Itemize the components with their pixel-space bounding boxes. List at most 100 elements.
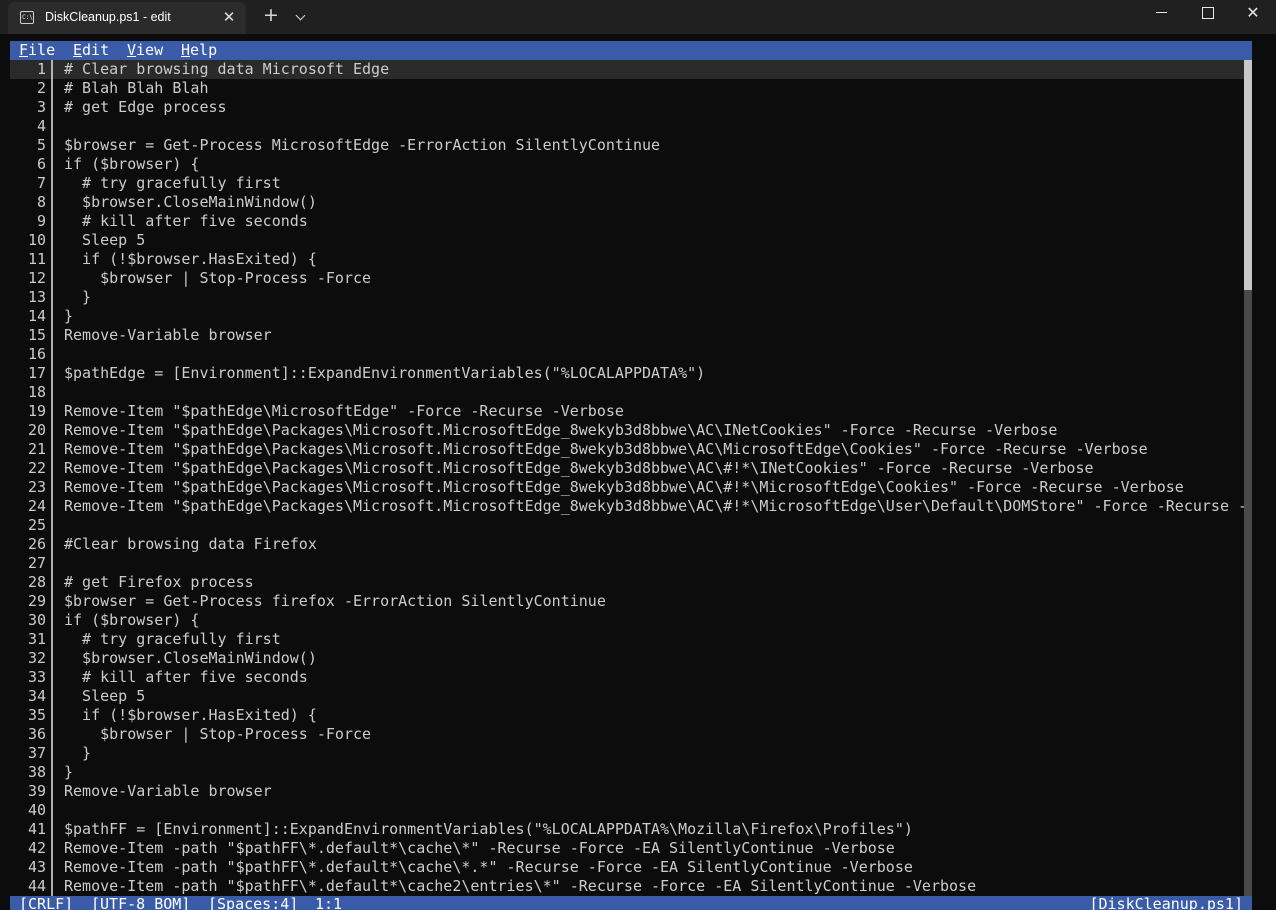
new-tab-button[interactable]: + (258, 4, 284, 28)
code-line[interactable]: 7 # try gracefully first (10, 174, 1244, 193)
code-line[interactable]: 39 Remove-Variable browser (10, 782, 1244, 801)
code-text: } (64, 307, 74, 325)
gutter-separator (51, 250, 53, 269)
code-text: } (64, 763, 74, 781)
code-line[interactable]: 24 Remove-Item "$pathEdge\Packages\Micros… (10, 497, 1244, 516)
menu-file[interactable]: File (19, 41, 55, 60)
code-line[interactable]: 15 Remove-Variable browser (10, 326, 1244, 345)
code-text: if (!$browser.HasExited) { (64, 250, 317, 268)
code-line[interactable]: 23 Remove-Item "$pathEdge\Packages\Micros… (10, 478, 1244, 497)
minimize-button[interactable] (1138, 0, 1184, 32)
gutter-separator (51, 687, 53, 706)
code-line[interactable]: 17 $pathEdge = [Environment]::ExpandEnvir… (10, 364, 1244, 383)
code-line[interactable]: 32 $browser.CloseMainWindow() (10, 649, 1244, 668)
line-number: 30 (27, 611, 46, 629)
code-line[interactable]: 33 # kill after five seconds (10, 668, 1244, 687)
code-line[interactable]: 18 (10, 383, 1244, 402)
line-number: 8 (36, 193, 46, 211)
code-line[interactable]: 28 # get Firefox process (10, 573, 1244, 592)
code-line[interactable]: 41 $pathFF = [Environment]::ExpandEnviron… (10, 820, 1244, 839)
code-line[interactable]: 3 # get Edge process (10, 98, 1244, 117)
gutter-separator (51, 60, 53, 79)
code-line[interactable]: 21 Remove-Item "$pathEdge\Packages\Micros… (10, 440, 1244, 459)
code-line[interactable]: 13 } (10, 288, 1244, 307)
code-line[interactable]: 35 if (!$browser.HasExited) { (10, 706, 1244, 725)
code-line[interactable]: 4 (10, 117, 1244, 136)
gutter-separator (51, 193, 53, 212)
code-line[interactable]: 27 (10, 554, 1244, 573)
line-ending-status[interactable]: [CRLF] (19, 896, 73, 910)
code-line[interactable]: 40 (10, 801, 1244, 820)
code-line[interactable]: 5 $browser = Get-Process MicrosoftEdge -E… (10, 136, 1244, 155)
code-line[interactable]: 38} (10, 763, 1244, 782)
gutter-separator (51, 877, 53, 896)
code-text: Remove-Item "$pathEdge\Packages\Microsof… (64, 421, 1058, 439)
line-number: 22 (27, 459, 46, 477)
gutter-separator (51, 79, 53, 98)
code-line[interactable]: 29 $browser = Get-Process firefox -ErrorA… (10, 592, 1244, 611)
gutter-separator (51, 516, 53, 535)
code-text: $pathEdge = [Environment]::ExpandEnviron… (64, 364, 706, 382)
code-line[interactable]: 26 #Clear browsing data Firefox (10, 535, 1244, 554)
code-text: # Blah Blah Blah (64, 79, 209, 97)
terminal-tab[interactable]: C:\ DiskCleanup.ps1 - edit ✕ (8, 2, 246, 34)
code-line[interactable]: 42 Remove-Item -path "$pathFF\*.default*\… (10, 839, 1244, 858)
code-line[interactable]: 43 Remove-Item -path "$pathFF\*.default*\… (10, 858, 1244, 877)
code-line[interactable]: 25 (10, 516, 1244, 535)
code-text: if ($browser) { (64, 155, 200, 173)
code-text: $browser = Get-Process firefox -ErrorAct… (64, 592, 606, 610)
code-line[interactable]: 16 (10, 345, 1244, 364)
gutter-separator (51, 497, 53, 516)
code-text: Remove-Item "$pathEdge\Packages\Microsof… (64, 478, 1184, 496)
gutter-separator (51, 573, 53, 592)
tab-close-icon[interactable]: ✕ (218, 6, 240, 28)
scrollbar-thumb[interactable] (1244, 60, 1252, 290)
gutter-separator (51, 326, 53, 345)
close-window-button[interactable]: ✕ (1230, 0, 1276, 32)
code-text: # kill after five seconds (64, 212, 308, 230)
menu-edit[interactable]: Edit (73, 41, 109, 60)
line-number: 31 (27, 630, 46, 648)
menu-view[interactable]: View (127, 41, 163, 60)
code-line[interactable]: 14} (10, 307, 1244, 326)
code-line[interactable]: 36 $browser | Stop-Process -Force (10, 725, 1244, 744)
gutter-separator (51, 725, 53, 744)
code-text: $browser.CloseMainWindow() (64, 649, 317, 667)
code-text: $browser.CloseMainWindow() (64, 193, 317, 211)
code-text: Remove-Item "$pathEdge\Packages\Microsof… (64, 440, 1148, 458)
code-line[interactable]: 30 if ($browser) { (10, 611, 1244, 630)
line-number: 34 (27, 687, 46, 705)
line-number: 26 (27, 535, 46, 553)
code-line[interactable]: 8 $browser.CloseMainWindow() (10, 193, 1244, 212)
menu-help[interactable]: Help (181, 41, 217, 60)
maximize-button[interactable] (1184, 0, 1230, 32)
code-text: # try gracefully first (64, 174, 281, 192)
code-editor[interactable]: 1 # Clear browsing data Microsoft Edge 2 # … (10, 60, 1252, 896)
code-line[interactable]: 6 if ($browser) { (10, 155, 1244, 174)
vertical-scrollbar[interactable] (1244, 60, 1252, 896)
code-line[interactable]: 12 $browser | Stop-Process -Force (10, 269, 1244, 288)
code-line[interactable]: 37 } (10, 744, 1244, 763)
line-number: 37 (27, 744, 46, 762)
code-text: Sleep 5 (64, 231, 146, 249)
code-line[interactable]: 31 # try gracefully first (10, 630, 1244, 649)
code-line[interactable]: 10 Sleep 5 (10, 231, 1244, 250)
gutter-separator (51, 611, 53, 630)
code-line[interactable]: 9 # kill after five seconds (10, 212, 1244, 231)
code-line[interactable]: 20 Remove-Item "$pathEdge\Packages\Micros… (10, 421, 1244, 440)
code-line[interactable]: 34 Sleep 5 (10, 687, 1244, 706)
code-line[interactable]: 1 # Clear browsing data Microsoft Edge (10, 60, 1244, 79)
code-line[interactable]: 44 Remove-Item -path "$pathFF\*.default*\… (10, 877, 1244, 896)
code-line[interactable]: 2 # Blah Blah Blah (10, 79, 1244, 98)
line-number: 38 (27, 763, 46, 781)
line-number: 12 (27, 269, 46, 287)
indent-status[interactable]: [Spaces:4] (208, 896, 298, 910)
line-number: 3 (36, 98, 46, 116)
code-line[interactable]: 19 Remove-Item "$pathEdge\MicrosoftEdge" … (10, 402, 1244, 421)
encoding-status[interactable]: [UTF-8 BOM] (91, 896, 190, 910)
gutter-separator (51, 649, 53, 668)
gutter-separator (51, 98, 53, 117)
code-line[interactable]: 22 Remove-Item "$pathEdge\Packages\Micros… (10, 459, 1244, 478)
chevron-down-icon[interactable] (290, 6, 312, 28)
code-line[interactable]: 11 if (!$browser.HasExited) { (10, 250, 1244, 269)
